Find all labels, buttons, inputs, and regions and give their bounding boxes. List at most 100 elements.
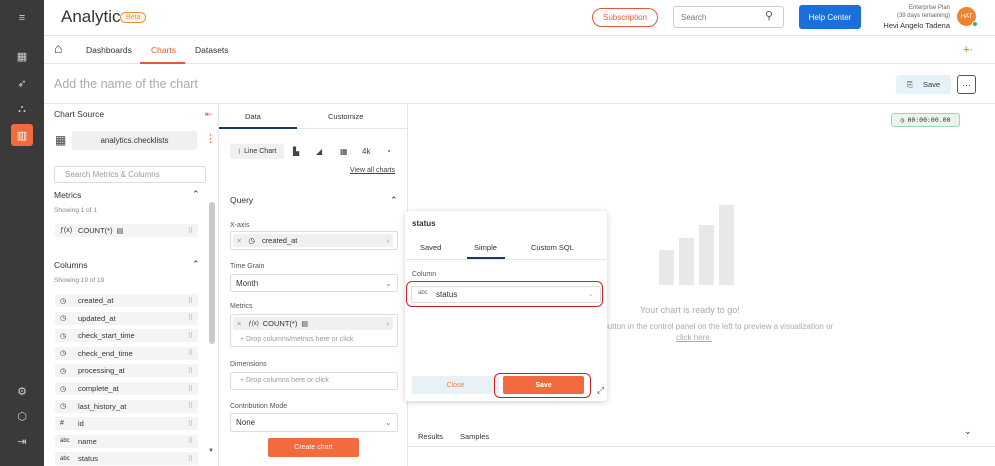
remove-icon[interactable]: × bbox=[237, 319, 241, 328]
drag-handle-icon[interactable]: ⠿ bbox=[188, 332, 193, 340]
chevron-down-icon[interactable]: ⌄ bbox=[385, 279, 392, 288]
drag-handle-icon[interactable]: ⠿ bbox=[188, 297, 193, 305]
expand-nav-icon[interactable]: ≡ bbox=[11, 7, 33, 29]
popover-title[interactable]: status bbox=[412, 219, 436, 228]
popover-tab-custom-sql[interactable]: Custom SQL bbox=[531, 243, 574, 252]
chevron-down-icon[interactable]: ⌄ bbox=[385, 418, 392, 427]
tab-samples[interactable]: Samples bbox=[460, 432, 489, 441]
drag-handle-icon[interactable]: ⠿ bbox=[188, 455, 193, 463]
metrics-chip[interactable]: × ƒ(x) COUNT(*) ▤ › bbox=[233, 317, 393, 330]
clock-icon: ◷ bbox=[60, 385, 67, 393]
plan-info: Enterprise Plan (39 days remaining) bbox=[872, 4, 950, 20]
left-scrollbar[interactable] bbox=[209, 202, 215, 344]
cube-icon[interactable]: ⬡ bbox=[11, 405, 33, 427]
tab-results[interactable]: Results bbox=[418, 432, 443, 441]
drag-handle-icon[interactable]: ⠿ bbox=[188, 314, 193, 322]
drag-handle-icon[interactable]: ⠿ bbox=[188, 437, 193, 445]
drag-handle-icon[interactable]: ⠿ bbox=[188, 420, 193, 428]
column-item[interactable]: # id ⠿ bbox=[55, 417, 198, 431]
chevron-down-icon[interactable]: ⌄ bbox=[964, 426, 972, 437]
chart-source-title: Chart Source bbox=[54, 109, 105, 119]
pie-chart-icon[interactable]: ◔ bbox=[386, 147, 391, 156]
chart-placeholder-illustration bbox=[659, 205, 735, 285]
search-metrics-input[interactable]: Search Metrics & Columns bbox=[54, 166, 206, 183]
click-here-link[interactable]: click here. bbox=[676, 333, 712, 342]
column-item[interactable]: abc status ⠿ bbox=[55, 452, 198, 466]
column-item[interactable]: ◷ check_end_time ⠿ bbox=[55, 346, 198, 360]
scroll-down-icon[interactable]: ▼ bbox=[208, 448, 214, 454]
drag-handle-icon[interactable]: ⠿ bbox=[188, 227, 193, 235]
create-chart-button[interactable]: Create chart bbox=[268, 438, 359, 457]
function-icon: ƒ(x) bbox=[60, 227, 73, 234]
column-item[interactable]: ◷ last_history_at ⠿ bbox=[55, 399, 198, 413]
line-chart-button[interactable]: ⌇ Line Chart bbox=[230, 144, 284, 159]
logout-icon[interactable]: ⇥ bbox=[11, 430, 33, 452]
hierarchy-icon[interactable]: ⛬ bbox=[11, 98, 33, 120]
drag-handle-icon[interactable]: ⠿ bbox=[188, 367, 193, 375]
table-chart-icon[interactable]: ▦ bbox=[340, 147, 348, 156]
rocket-icon[interactable]: ➶ bbox=[11, 72, 33, 94]
time-grain-value: Month bbox=[236, 279, 259, 288]
column-item[interactable]: ◷ check_start_time ⠿ bbox=[55, 329, 198, 343]
dataset-menu-icon[interactable]: ⋮ bbox=[205, 132, 216, 145]
big-number-button[interactable]: 4k bbox=[362, 147, 370, 156]
chart-ready-title: Your chart is ready to go! bbox=[640, 305, 740, 315]
contribution-select[interactable] bbox=[230, 413, 398, 432]
settings-icon[interactable]: ⚙ bbox=[11, 380, 33, 402]
tab-charts[interactable]: Charts bbox=[151, 45, 176, 55]
chevron-up-icon[interactable]: ⌃ bbox=[192, 189, 200, 200]
tab-datasets[interactable]: Datasets bbox=[195, 45, 229, 55]
dataset-name[interactable]: analytics.checklists bbox=[72, 131, 197, 150]
popover-close-button[interactable]: Close bbox=[412, 376, 499, 394]
tab-data[interactable]: Data bbox=[245, 112, 261, 121]
column-item[interactable]: abc name ⠿ bbox=[55, 434, 198, 448]
more-options-button[interactable]: ··· bbox=[957, 75, 976, 94]
clock-icon: ◷ bbox=[60, 367, 67, 375]
dimensions-drop-zone[interactable]: + Drop columns here or click bbox=[240, 377, 329, 384]
search-icon[interactable]: ⚲ bbox=[765, 9, 773, 22]
drag-handle-icon[interactable]: ⠿ bbox=[188, 385, 193, 393]
tab-customize[interactable]: Customize bbox=[328, 112, 363, 121]
column-item[interactable]: ◷ created_at ⠿ bbox=[55, 294, 198, 307]
column-item[interactable]: ◷ processing_at ⠿ bbox=[55, 364, 198, 378]
chevron-up-icon[interactable]: ⌃ bbox=[192, 259, 200, 270]
column-item[interactable]: ◷ updated_at ⠿ bbox=[55, 311, 198, 325]
bar-chart-icon[interactable]: ▙ bbox=[293, 147, 299, 156]
help-center-button[interactable]: Help Center bbox=[799, 5, 861, 29]
clock-icon: ◷ bbox=[60, 297, 67, 305]
remove-icon[interactable]: × bbox=[237, 236, 241, 245]
drag-handle-icon[interactable]: ⠿ bbox=[188, 402, 193, 410]
expand-icon[interactable]: ⤢ bbox=[597, 385, 604, 396]
popover-tab-saved[interactable]: Saved bbox=[420, 243, 441, 252]
contribution-value: None bbox=[236, 418, 256, 427]
subscription-button[interactable]: Subscription bbox=[592, 8, 658, 27]
add-icon[interactable]: +· bbox=[963, 44, 973, 56]
metrics-drop-zone[interactable]: + Drop columns/metrics here or click bbox=[240, 336, 353, 343]
column-item[interactable]: ◷ complete_at ⠿ bbox=[55, 382, 198, 395]
save-label: Save bbox=[922, 80, 941, 89]
query-timer: ◷ 00:00:00.00 bbox=[891, 113, 960, 127]
metrics-showing: Showing 1 of 1 bbox=[54, 207, 98, 214]
columns-title: Columns bbox=[54, 260, 88, 270]
chevron-right-icon[interactable]: › bbox=[387, 236, 390, 245]
view-all-charts-link[interactable]: View all charts bbox=[350, 167, 395, 174]
collapse-panel-icon[interactable]: ⇤ bbox=[205, 109, 213, 120]
dashboard-icon[interactable]: ▦ bbox=[11, 45, 33, 67]
popover-tab-simple[interactable]: Simple bbox=[474, 243, 497, 252]
area-chart-icon[interactable]: ◢ bbox=[316, 147, 322, 156]
drag-handle-icon[interactable]: ⠿ bbox=[188, 349, 193, 357]
charts-icon[interactable]: ▥ bbox=[11, 124, 33, 146]
chevron-up-icon[interactable]: ⌃ bbox=[390, 195, 398, 206]
home-icon[interactable]: ⌂ bbox=[54, 40, 62, 56]
query-title: Query bbox=[230, 195, 254, 205]
column-name: check_end_time bbox=[78, 348, 133, 358]
save-button[interactable]: ⎘ Save bbox=[896, 75, 951, 94]
xaxis-chip[interactable]: × ◷ created_at › bbox=[233, 234, 393, 247]
tab-dashboards[interactable]: Dashboards bbox=[86, 45, 132, 55]
chart-name-input[interactable]: Add the name of the chart bbox=[54, 77, 198, 91]
metric-item[interactable]: ƒ(x) COUNT(*) ▤ ⠿ bbox=[55, 224, 198, 237]
table-icon: ▦ bbox=[55, 133, 67, 147]
placeholder-bar bbox=[719, 205, 734, 285]
xaxis-value: created_at bbox=[261, 236, 298, 245]
chevron-right-icon[interactable]: › bbox=[387, 319, 390, 328]
